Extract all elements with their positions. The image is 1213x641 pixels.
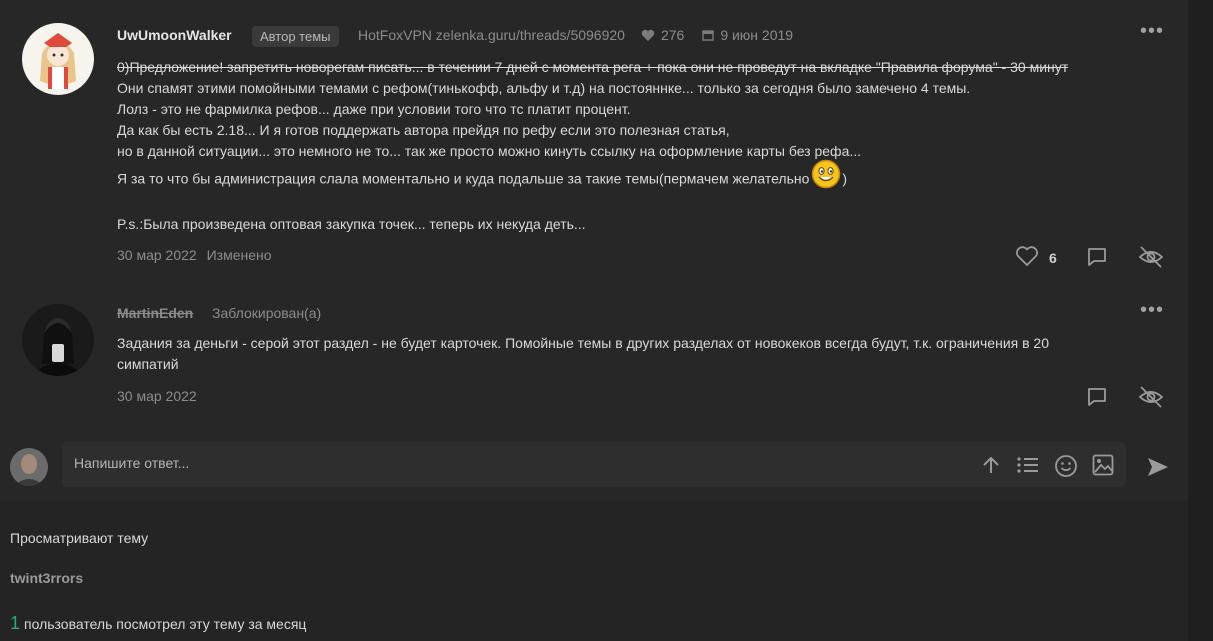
like-button[interactable]: 6 [1015, 245, 1057, 270]
arrow-up-icon[interactable] [980, 454, 1002, 481]
author-join-date: 9 июн 2019 [720, 27, 794, 43]
post-line: симпатий [117, 356, 179, 372]
heart-icon [1015, 245, 1039, 270]
post-line: P.s.:Была произведена оптовая закупка то… [117, 216, 586, 232]
post-footer-meta: 30 мар 2022 Изменено [117, 247, 278, 263]
post-line: Они спамят этими помойными темами с рефо… [117, 80, 971, 96]
smiley-icon [811, 159, 841, 195]
post-line: Лолз - это не фармилка рефов... даже при… [117, 101, 631, 117]
post-footer-meta: 30 мар 2022 [117, 388, 203, 404]
author-badge: Автор темы [252, 26, 339, 47]
monthly-viewers-count: 1 [10, 613, 21, 633]
post-line: Задания за деньги - серой этот раздел - … [117, 335, 1050, 351]
heart-icon [641, 29, 655, 42]
right-scroll-strip [1188, 0, 1213, 641]
reply-input[interactable]: Напишите ответ... [74, 455, 189, 471]
viewer-username[interactable]: twint3rrors [10, 570, 83, 586]
current-user-avatar[interactable] [10, 448, 48, 486]
edited-label: Изменено [206, 247, 272, 263]
post-line: 0)Предложение! запретить новорегам писат… [117, 59, 1069, 75]
post-body: Задания за деньги - серой этот раздел - … [117, 333, 1049, 375]
more-icon[interactable]: ••• [1140, 21, 1164, 41]
post-author-name[interactable]: MartinEden [117, 305, 193, 321]
list-icon[interactable] [1016, 454, 1040, 481]
post-author-name[interactable]: UwUmoonWalker [117, 27, 232, 43]
send-icon[interactable] [1146, 455, 1170, 484]
image-icon[interactable] [1092, 454, 1114, 481]
reply-button[interactable] [1086, 386, 1108, 411]
post-body: 0)Предложение! запретить новорегам писат… [117, 57, 1068, 235]
avatar[interactable] [22, 23, 94, 95]
monthly-viewers-text: пользователь посмотрел эту тему за месяц [24, 616, 307, 632]
monthly-viewers: 1 пользователь посмотрел эту тему за меся… [10, 613, 306, 634]
comment-icon [1086, 246, 1108, 271]
post-line-with-emoji: Я за то что бы администрация слала момен… [117, 159, 1068, 195]
viewers-heading: Просматривают тему [10, 530, 149, 546]
hide-post-button[interactable] [1138, 245, 1164, 272]
more-icon[interactable]: ••• [1140, 300, 1164, 320]
like-count: 6 [1049, 249, 1057, 266]
post-line: но в данной ситуации... это немного не т… [117, 143, 862, 159]
smile-icon[interactable] [1054, 454, 1078, 483]
post-author-meta: HotFoxVPN zelenka.guru/threads/5096920 2… [358, 27, 793, 43]
post-date[interactable]: 30 мар 2022 [117, 388, 197, 404]
author-likes: 276 [660, 27, 685, 43]
post-line: Да как бы есть 2.18... И я готов поддерж… [117, 122, 730, 138]
eye-off-icon [1138, 245, 1164, 272]
avatar[interactable] [22, 304, 94, 376]
author-status: Заблокирован(а) [212, 305, 322, 321]
reply-button[interactable] [1086, 246, 1108, 271]
post-line-text: ) [842, 170, 848, 187]
author-link[interactable]: HotFoxVPN zelenka.guru/threads/5096920 [358, 27, 625, 43]
eye-off-icon [1138, 385, 1164, 412]
reply-composer[interactable]: Напишите ответ... [62, 442, 1126, 487]
calendar-icon [702, 29, 715, 41]
post-date[interactable]: 30 мар 2022 [117, 247, 197, 263]
hide-post-button[interactable] [1138, 385, 1164, 412]
post-line-text: Я за то что бы администрация слала момен… [117, 170, 810, 187]
comment-icon [1086, 386, 1108, 411]
